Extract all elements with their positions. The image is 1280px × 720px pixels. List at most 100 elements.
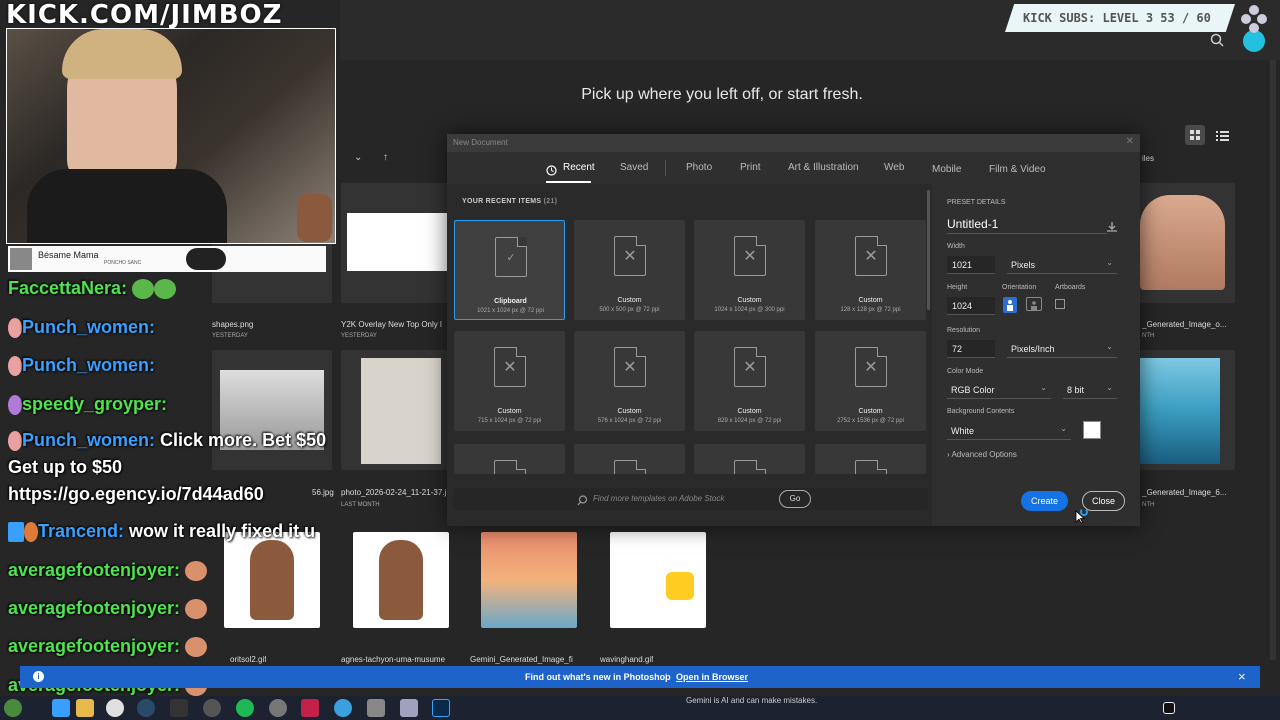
app-icon[interactable] (1163, 702, 1175, 714)
background-select[interactable]: White ⌄ (947, 422, 1071, 440)
banner-separator: | (665, 672, 668, 682)
file-name: agnes-tachyon-uma-musume (341, 655, 446, 664)
file-thumbnail[interactable] (212, 350, 332, 470)
width-field[interactable]: 1021 (947, 256, 995, 274)
tab-web[interactable]: Web (884, 162, 904, 173)
file-name: Gemini_Generated_Image_fi (470, 655, 573, 664)
file-name: oritsol2.gif (230, 655, 267, 664)
steam-icon[interactable] (137, 699, 155, 717)
obs-icon[interactable] (203, 699, 221, 717)
file-thumbnail[interactable] (1140, 183, 1235, 303)
background-color-swatch[interactable] (1083, 421, 1101, 439)
file-thumbnail[interactable] (1140, 350, 1235, 470)
chrome-icon[interactable] (106, 699, 124, 717)
presets-scrollbar[interactable] (927, 190, 930, 310)
resolution-label: Resolution (947, 327, 981, 334)
preset-card[interactable] (815, 444, 926, 474)
spotify-icon[interactable] (236, 699, 254, 717)
preset-card[interactable]: ✕ Custom 128 x 128 px @ 72 ppi (815, 220, 926, 320)
width-unit-select[interactable]: Pixels ⌄ (1007, 256, 1117, 274)
portrait-orientation-icon[interactable] (1003, 297, 1017, 313)
preset-card[interactable]: ✓ Clipboard 1021 x 1024 px @ 72 ppi (454, 220, 565, 320)
start-icon[interactable] (52, 699, 70, 717)
chat-message: averagefootenjoyer: (8, 560, 208, 582)
gemini-disclaimer: Gemini is AI and can make mistakes. (686, 696, 818, 705)
resolution-field[interactable]: 72 (947, 340, 995, 358)
tab-saved[interactable]: Saved (620, 162, 648, 173)
app-icon[interactable] (400, 699, 418, 717)
stock-search-bar[interactable]: Find more templates on Adobe Stock Go (453, 488, 928, 510)
file-thumbnail[interactable] (341, 183, 451, 303)
tab-film-video[interactable]: Film & Video (989, 164, 1046, 175)
app-icon[interactable] (170, 699, 188, 717)
loading-spinner-icon (1080, 508, 1088, 516)
dialog-close-icon[interactable]: ✕ (1126, 136, 1134, 147)
app-icon[interactable] (367, 699, 385, 717)
chevron-down-icon: ⌄ (1040, 383, 1047, 392)
info-icon: i (33, 671, 44, 682)
search-icon[interactable] (1210, 33, 1224, 47)
stock-search-input[interactable]: Find more templates on Adobe Stock (593, 494, 724, 503)
preset-card[interactable]: ✕ Custom 715 x 1024 px @ 72 ppi (454, 331, 565, 431)
photoshop-icon[interactable] (432, 699, 450, 717)
close-button[interactable]: Close (1082, 491, 1125, 511)
tab-photo[interactable]: Photo (686, 162, 712, 173)
list-view-icon[interactable] (1212, 125, 1232, 145)
tab-art-illustration[interactable]: Art & Illustration (788, 162, 859, 173)
preset-card[interactable]: ✕ Custom 576 x 1024 px @ 72 ppi (574, 331, 685, 431)
scroll-track[interactable] (1270, 60, 1276, 660)
file-name: Y2K Overlay New Top Only l (341, 320, 442, 329)
preset-card[interactable]: ✕ Custom 500 x 500 px @ 72 ppi (574, 220, 685, 320)
subs-goal: KICK SUBS: LEVEL 3 53 / 60 (1005, 4, 1235, 32)
file-thumbnail[interactable] (481, 532, 577, 628)
grid-view-icon[interactable] (1185, 125, 1205, 145)
tab-recent[interactable]: Recent (563, 162, 595, 173)
advanced-options-toggle[interactable]: › Advanced Options (947, 450, 1017, 459)
file-thumbnail[interactable] (341, 350, 451, 470)
preset-card[interactable] (694, 444, 805, 474)
preset-card[interactable] (454, 444, 565, 474)
app-icon[interactable] (301, 699, 319, 717)
song-artist: PONCHO SANC (104, 260, 142, 266)
chat-message: averagefootenjoyer: (8, 598, 208, 620)
color-mode-select[interactable]: RGB Color ⌄ (947, 381, 1051, 399)
song-title: Bésame Mama (38, 250, 99, 260)
tab-mobile[interactable]: Mobile (932, 164, 961, 175)
bit-depth-select[interactable]: 8 bit ⌄ (1063, 381, 1117, 399)
preset-card[interactable]: ✕ Custom 2752 x 1536 px @ 72 ppi (815, 331, 926, 431)
background-label: Background Contents (947, 408, 1015, 415)
sort-arrow-icon[interactable]: ↑ (383, 152, 388, 163)
document-name-field[interactable]: Untitled-1 (947, 217, 1107, 234)
file-thumbnail[interactable] (610, 532, 706, 628)
file-thumbnail[interactable] (353, 532, 449, 628)
chevron-down-icon[interactable]: ⌄ (354, 152, 362, 163)
go-button[interactable]: Go (779, 490, 811, 508)
save-preset-icon[interactable] (1106, 220, 1118, 232)
search-icon (577, 493, 588, 506)
banner-close-icon[interactable]: × (1238, 669, 1246, 684)
new-document-dialog: New Document ✕ Recent Saved Photo Print … (447, 134, 1140, 526)
preset-card[interactable]: ✕ Custom 1024 x 1024 px @ 300 ppi (694, 220, 805, 320)
height-label: Height (947, 284, 968, 291)
height-field[interactable]: 1024 (947, 297, 995, 315)
artboards-checkbox[interactable] (1055, 299, 1065, 309)
chevron-down-icon: ⌄ (1106, 258, 1113, 267)
file-thumbnail[interactable] (224, 532, 320, 628)
telegram-icon[interactable] (334, 699, 352, 717)
tab-print[interactable]: Print (740, 162, 761, 173)
app-icon[interactable] (269, 699, 287, 717)
chevron-right-icon: › (947, 450, 950, 459)
preset-card[interactable] (574, 444, 685, 474)
landscape-orientation-icon[interactable] (1026, 297, 1042, 311)
chat-link[interactable]: https://go.egency.io/7d44ad60 (8, 484, 264, 505)
chat-message: Punch_women: Click more. Bet $50 (8, 430, 326, 452)
file-date: YESTERDAY (341, 333, 377, 339)
open-in-browser-link[interactable]: Open in Browser (676, 672, 748, 682)
create-button[interactable]: Create (1021, 491, 1068, 511)
chevron-down-icon: ⌄ (1106, 342, 1113, 351)
resolution-unit-select[interactable]: Pixels/Inch ⌄ (1007, 340, 1117, 358)
chat-message: FaccettaNera: (8, 278, 177, 300)
folder-icon[interactable] (76, 699, 94, 717)
preset-card[interactable]: ✕ Custom 829 x 1024 px @ 72 ppi (694, 331, 805, 431)
chat-message: Punch_women: (8, 355, 155, 377)
